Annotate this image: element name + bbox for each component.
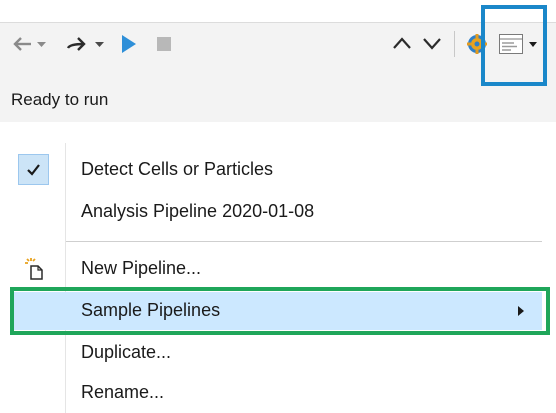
pipeline-toolbar	[0, 22, 556, 66]
chevron-down-icon	[529, 42, 537, 47]
run-icon[interactable]	[121, 34, 137, 54]
menu-item-new-pipeline[interactable]: New Pipeline...	[14, 250, 542, 288]
pipeline-menu-icon	[499, 34, 523, 54]
menu-item-label: Sample Pipelines	[81, 300, 221, 320]
menu-separator	[66, 241, 542, 242]
redo-dropdown-icon[interactable]	[95, 42, 104, 47]
pipeline-menu: Detect Cells or Particles Analysis Pipel…	[0, 143, 556, 413]
menu-item-duplicate[interactable]: Duplicate...	[14, 334, 542, 372]
status-bar: Ready to run	[0, 65, 556, 122]
submenu-arrow-icon	[518, 306, 524, 316]
move-down-icon[interactable]	[423, 38, 441, 50]
move-up-icon[interactable]	[393, 37, 411, 49]
undo-dropdown-icon[interactable]	[37, 42, 46, 47]
menu-item-label: Detect Cells or Particles	[81, 159, 274, 179]
settings-icon[interactable]	[466, 33, 488, 55]
new-pipeline-icon	[25, 258, 43, 280]
menu-item-sample-pipelines[interactable]: Sample Pipelines	[14, 292, 542, 330]
menu-item-detect-cells[interactable]: Detect Cells or Particles	[14, 151, 542, 189]
menu-item-label: Rename...	[81, 382, 165, 402]
pipeline-panel: Ready to run	[0, 0, 556, 125]
menu-item-analysis-pipeline[interactable]: Analysis Pipeline 2020-01-08	[14, 193, 542, 231]
menu-item-label: New Pipeline...	[81, 258, 202, 278]
stop-icon[interactable]	[157, 37, 171, 51]
menu-item-label: Analysis Pipeline 2020-01-08	[81, 201, 315, 221]
pipeline-menu-button[interactable]	[497, 31, 543, 57]
menu-item-label: Duplicate...	[81, 342, 172, 362]
checkmark-icon	[18, 154, 49, 185]
toolbar-separator	[454, 31, 455, 57]
status-text: Ready to run	[11, 90, 109, 109]
redo-icon[interactable]	[66, 36, 86, 52]
undo-icon[interactable]	[13, 36, 33, 52]
menu-item-rename[interactable]: Rename...	[14, 374, 542, 412]
